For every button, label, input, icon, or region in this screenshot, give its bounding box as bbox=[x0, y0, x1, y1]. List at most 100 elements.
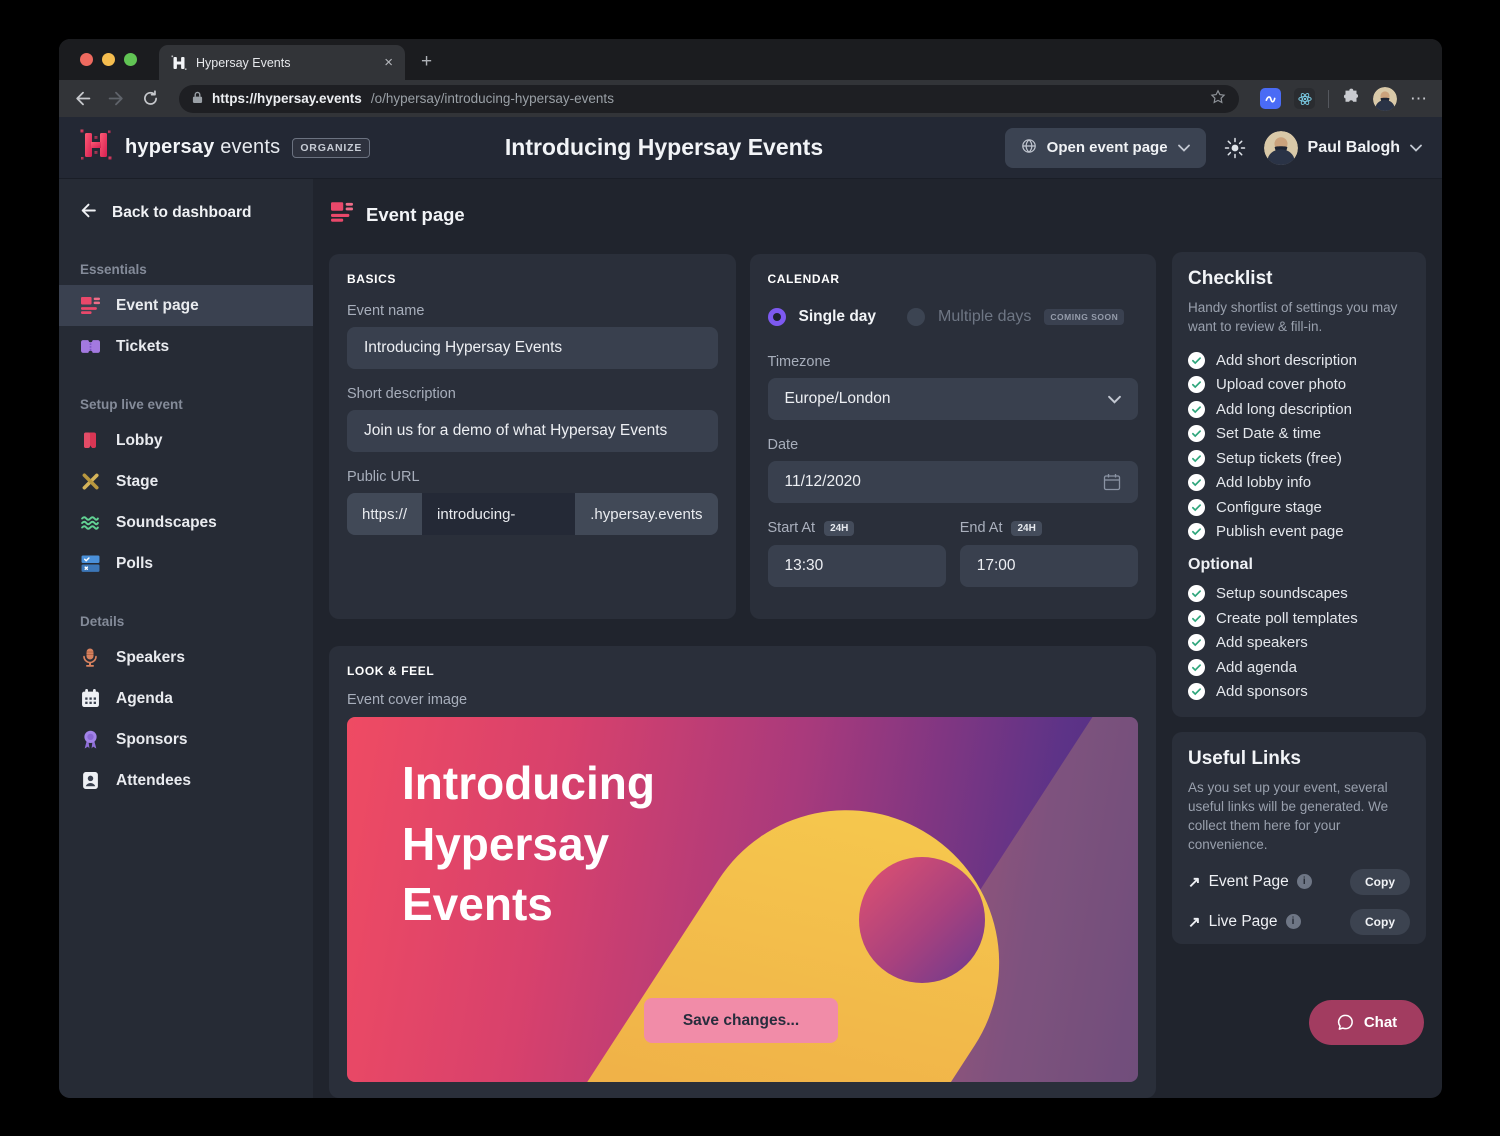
sidebar-item-polls[interactable]: Polls bbox=[59, 543, 313, 584]
sidebar-item-event-page[interactable]: Event page bbox=[59, 285, 313, 326]
browser-menu-icon[interactable]: ⋯ bbox=[1410, 89, 1428, 109]
checklist-item-label: Create poll templates bbox=[1216, 610, 1358, 627]
tab-close-icon[interactable]: × bbox=[384, 54, 393, 71]
checklist-item[interactable]: Configure stage bbox=[1188, 499, 1410, 516]
sidebar-item-sponsors[interactable]: Sponsors bbox=[59, 719, 313, 760]
single-day-radio[interactable] bbox=[768, 308, 786, 326]
event-name-input[interactable]: Introducing Hypersay Events bbox=[347, 327, 718, 369]
checklist-item[interactable]: Add long description bbox=[1188, 401, 1410, 418]
sidebar-item-label: Event page bbox=[116, 297, 199, 315]
useful-links-description: As you set up your event, several useful… bbox=[1188, 779, 1410, 855]
info-icon[interactable]: i bbox=[1297, 874, 1312, 889]
address-bar[interactable]: https://hypersay.events/o/hypersay/intro… bbox=[179, 85, 1239, 113]
minimize-window-button[interactable] bbox=[102, 53, 115, 66]
extension-atom-icon[interactable] bbox=[1294, 88, 1315, 109]
sidebar-item-lobby[interactable]: Lobby bbox=[59, 420, 313, 461]
check-circle-icon bbox=[1188, 610, 1205, 627]
sidebar-item-tickets[interactable]: Tickets bbox=[59, 326, 313, 367]
user-name: Paul Balogh bbox=[1308, 139, 1400, 157]
checklist-item[interactable]: Setup soundscapes bbox=[1188, 585, 1410, 602]
url-host: https://hypersay.events bbox=[212, 91, 362, 106]
event-page-link[interactable]: Event Page bbox=[1209, 873, 1289, 891]
optional-label: Optional bbox=[1188, 556, 1410, 574]
tickets-icon bbox=[80, 337, 100, 357]
main-content: Event page BASICS Event name Introducing… bbox=[313, 179, 1442, 1098]
checklist-item[interactable]: Add lobby info bbox=[1188, 474, 1410, 491]
public-url-suffix: .hypersay.events bbox=[575, 493, 717, 535]
sidebar-item-speakers[interactable]: Speakers bbox=[59, 637, 313, 678]
sponsors-icon bbox=[80, 730, 100, 750]
timezone-select[interactable]: Europe/London bbox=[768, 378, 1139, 420]
checklist-item[interactable]: Publish event page bbox=[1188, 523, 1410, 540]
url-path: /o/hypersay/introducing-hypersay-events bbox=[371, 91, 614, 106]
calendar-icon[interactable] bbox=[1103, 473, 1121, 491]
user-avatar bbox=[1264, 131, 1298, 165]
sidebar-item-soundscapes[interactable]: Soundscapes bbox=[59, 502, 313, 543]
open-event-page-button[interactable]: Open event page bbox=[1005, 128, 1206, 168]
brand[interactable]: hypersay events ORGANIZE bbox=[79, 128, 370, 167]
content-page-head: Event page bbox=[331, 202, 1156, 227]
single-day-label: Single day bbox=[799, 308, 877, 326]
checklist-item[interactable]: Add agenda bbox=[1188, 659, 1410, 676]
extensions-puzzle-icon[interactable] bbox=[1342, 87, 1360, 110]
external-link-icon: ↗ bbox=[1188, 913, 1201, 931]
public-url-prefix: https:// bbox=[347, 493, 422, 535]
soundscapes-icon bbox=[80, 513, 100, 533]
checklist-item-label: Upload cover photo bbox=[1216, 376, 1346, 393]
close-window-button[interactable] bbox=[80, 53, 93, 66]
attendees-icon bbox=[80, 771, 100, 791]
reload-icon[interactable] bbox=[141, 89, 160, 108]
checklist-item[interactable]: Add speakers bbox=[1188, 634, 1410, 651]
checklist-item[interactable]: Add sponsors bbox=[1188, 683, 1410, 700]
browser-tab-strip: Hypersay Events × + bbox=[59, 39, 1442, 80]
browser-tab[interactable]: Hypersay Events × bbox=[159, 45, 405, 80]
sidebar-item-label: Stage bbox=[116, 473, 158, 491]
event-cover-image-label: Event cover image bbox=[347, 692, 1138, 708]
checklist-item-label: Add short description bbox=[1216, 352, 1357, 369]
forward-icon[interactable] bbox=[107, 89, 126, 108]
back-to-dashboard[interactable]: Back to dashboard bbox=[59, 194, 313, 232]
chat-button-label: Chat bbox=[1364, 1014, 1397, 1031]
date-value: 11/12/2020 bbox=[785, 473, 861, 491]
coming-soon-badge: COMING SOON bbox=[1044, 309, 1124, 325]
checklist-item[interactable]: Setup tickets (free) bbox=[1188, 450, 1410, 467]
calendar-card: CALENDAR Single day Multiple days COMING… bbox=[750, 254, 1157, 619]
theme-sun-icon[interactable] bbox=[1224, 137, 1246, 159]
sidebar-section-details: Details bbox=[80, 614, 292, 629]
check-circle-icon bbox=[1188, 683, 1205, 700]
sidebar-item-stage[interactable]: Stage bbox=[59, 461, 313, 502]
extension-blue-icon[interactable] bbox=[1260, 88, 1281, 109]
new-tab-button[interactable]: + bbox=[421, 51, 432, 73]
useful-link-row: ↗ Event Page i Copy bbox=[1188, 869, 1410, 895]
chat-button[interactable]: Chat bbox=[1309, 1000, 1424, 1045]
check-circle-icon bbox=[1188, 352, 1205, 369]
header-actions: Open event page Paul Balogh bbox=[1005, 128, 1422, 168]
zoom-window-button[interactable] bbox=[124, 53, 137, 66]
short-description-input[interactable]: Join us for a demo of what Hypersay Even… bbox=[347, 410, 718, 452]
multiple-days-radio[interactable] bbox=[907, 308, 925, 326]
back-icon[interactable] bbox=[73, 89, 92, 108]
date-input[interactable]: 11/12/2020 bbox=[768, 461, 1139, 503]
browser-profile-avatar[interactable] bbox=[1373, 87, 1397, 111]
sidebar: Back to dashboard Essentials Event page … bbox=[59, 179, 313, 1098]
copy-event-page-button[interactable]: Copy bbox=[1350, 869, 1410, 895]
checklist-item[interactable]: Create poll templates bbox=[1188, 610, 1410, 627]
bookmark-star-icon[interactable] bbox=[1210, 89, 1226, 108]
sidebar-item-agenda[interactable]: Agenda bbox=[59, 678, 313, 719]
sidebar-item-label: Soundscapes bbox=[116, 514, 217, 532]
end-time-input[interactable]: 17:00 bbox=[960, 545, 1138, 587]
check-circle-icon bbox=[1188, 659, 1205, 676]
brand-secondary: events bbox=[220, 136, 280, 158]
start-time-input[interactable]: 13:30 bbox=[768, 545, 946, 587]
live-page-link[interactable]: Live Page bbox=[1209, 913, 1278, 931]
user-menu[interactable]: Paul Balogh bbox=[1264, 131, 1422, 165]
copy-live-page-button[interactable]: Copy bbox=[1350, 909, 1410, 935]
checklist-item-label: Configure stage bbox=[1216, 499, 1322, 516]
sidebar-item-attendees[interactable]: Attendees bbox=[59, 760, 313, 801]
checklist-item[interactable]: Upload cover photo bbox=[1188, 376, 1410, 393]
public-url-slug-input[interactable]: introducing- bbox=[422, 493, 575, 535]
checklist-item[interactable]: Add short description bbox=[1188, 352, 1410, 369]
checklist-item[interactable]: Set Date & time bbox=[1188, 425, 1410, 442]
info-icon[interactable]: i bbox=[1286, 914, 1301, 929]
save-changes-button[interactable]: Save changes... bbox=[644, 998, 838, 1043]
